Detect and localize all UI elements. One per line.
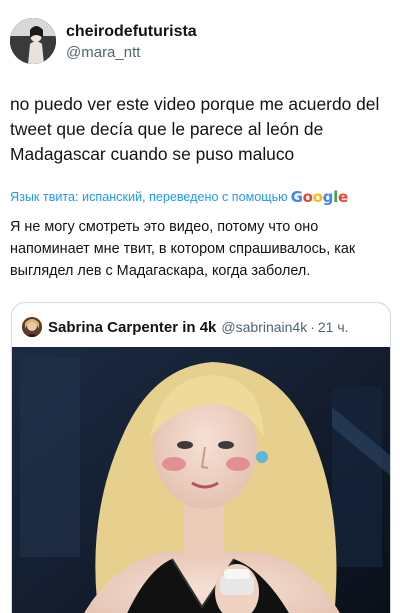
quoted-separator: · <box>310 319 315 335</box>
translated-text: Я не могу смотреть это видео, потому что… <box>10 219 356 279</box>
avatar-photo-icon <box>22 317 42 337</box>
tweet-text: no puedo ver este video porque me acuerd… <box>10 94 380 164</box>
quoted-tweet-card[interactable]: Sabrina Carpenter in 4k @sabrinain4k · 2… <box>11 302 391 613</box>
author-display-name[interactable]: cheirodefuturista <box>66 23 197 41</box>
google-logo: Google <box>290 188 348 206</box>
quoted-timestamp[interactable]: 21 ч. <box>318 319 349 335</box>
profile-photo-icon <box>10 18 56 64</box>
author-avatar[interactable] <box>10 18 56 64</box>
quoted-tweet-header: Sabrina Carpenter in 4k @sabrinain4k · 2… <box>22 316 382 338</box>
translation-label: Язык твита: испанский, переведено с помо… <box>10 190 288 204</box>
quoted-media[interactable] <box>12 347 390 613</box>
video-still-photo-icon <box>12 347 390 613</box>
author-handle[interactable]: @mara_ntt <box>66 44 140 61</box>
quoted-author-avatar[interactable] <box>22 317 42 337</box>
tweet-header: cheirodefuturista @mara_ntt <box>10 18 390 68</box>
quoted-author-handle[interactable]: @sabrinain4k <box>221 319 307 335</box>
translation-bar[interactable]: Язык твита: испанский, переведено с помо… <box>10 186 395 208</box>
quoted-author-name[interactable]: Sabrina Carpenter in 4k <box>48 319 216 336</box>
